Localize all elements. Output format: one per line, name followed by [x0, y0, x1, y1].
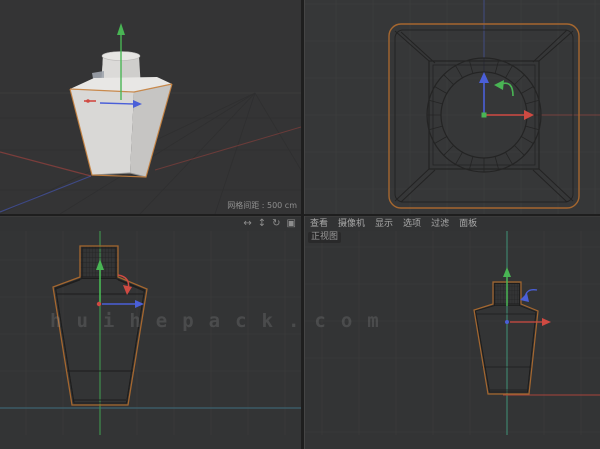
right-view-canvas[interactable] [0, 216, 301, 435]
menu-view[interactable]: 查看 [305, 217, 333, 231]
menu-cameras[interactable]: 摄像机 [333, 217, 370, 231]
toggle-view-icon[interactable]: ▣ [284, 217, 299, 231]
quad-viewport-workspace: 网格间距 : 500 cm ↔ ↕ ↻ ▣ 查看 摄像机 显示 选项 过滤 面板… [0, 0, 600, 449]
origin-dot [481, 112, 487, 118]
rotate-band-handle[interactable] [123, 285, 132, 295]
y-axis-arrow[interactable] [117, 23, 125, 35]
origin-dot [505, 320, 509, 324]
perspective-canvas[interactable] [0, 0, 301, 214]
world-grid [305, 0, 600, 214]
grid-spacing-hud: 网格间距 : 500 cm [227, 201, 297, 210]
rotate-band-handle[interactable] [494, 80, 504, 90]
viewport-menubar: 查看 摄像机 显示 选项 过滤 面板 [305, 216, 600, 231]
menu-filter[interactable]: 过滤 [426, 217, 454, 231]
x-axis-arrow[interactable] [524, 110, 534, 120]
origin-dot [96, 301, 102, 307]
x-axis-arrow[interactable] [542, 318, 551, 326]
viewport-titlebar: ↔ ↕ ↻ ▣ [0, 216, 301, 231]
world-grid [0, 216, 301, 435]
pan-camera-icon[interactable]: ↔ [240, 217, 254, 231]
rotate-camera-icon[interactable]: ↻ [269, 217, 283, 231]
bottle-wireframe-front[interactable] [473, 281, 539, 395]
dolly-camera-icon[interactable]: ↕ [255, 217, 269, 231]
z-axis-arrow[interactable] [479, 72, 489, 83]
top-canvas[interactable] [305, 0, 600, 214]
world-grid [305, 216, 600, 435]
view-label: 正视图 [308, 232, 342, 243]
viewport-right-view[interactable]: ↔ ↕ ↻ ▣ [0, 216, 301, 449]
menu-panel[interactable]: 面板 [454, 217, 482, 231]
front-view-canvas[interactable] [305, 216, 600, 435]
viewport-front-view[interactable]: 查看 摄像机 显示 选项 过滤 面板 正视图 [304, 216, 600, 449]
menu-options[interactable]: 选项 [398, 217, 426, 231]
viewport-top[interactable] [304, 0, 600, 214]
y-axis-arrow[interactable] [503, 267, 511, 277]
axis-gizmo[interactable] [479, 72, 534, 120]
viewport-perspective[interactable]: 网格间距 : 500 cm [0, 0, 301, 214]
menu-display[interactable]: 显示 [370, 217, 398, 231]
